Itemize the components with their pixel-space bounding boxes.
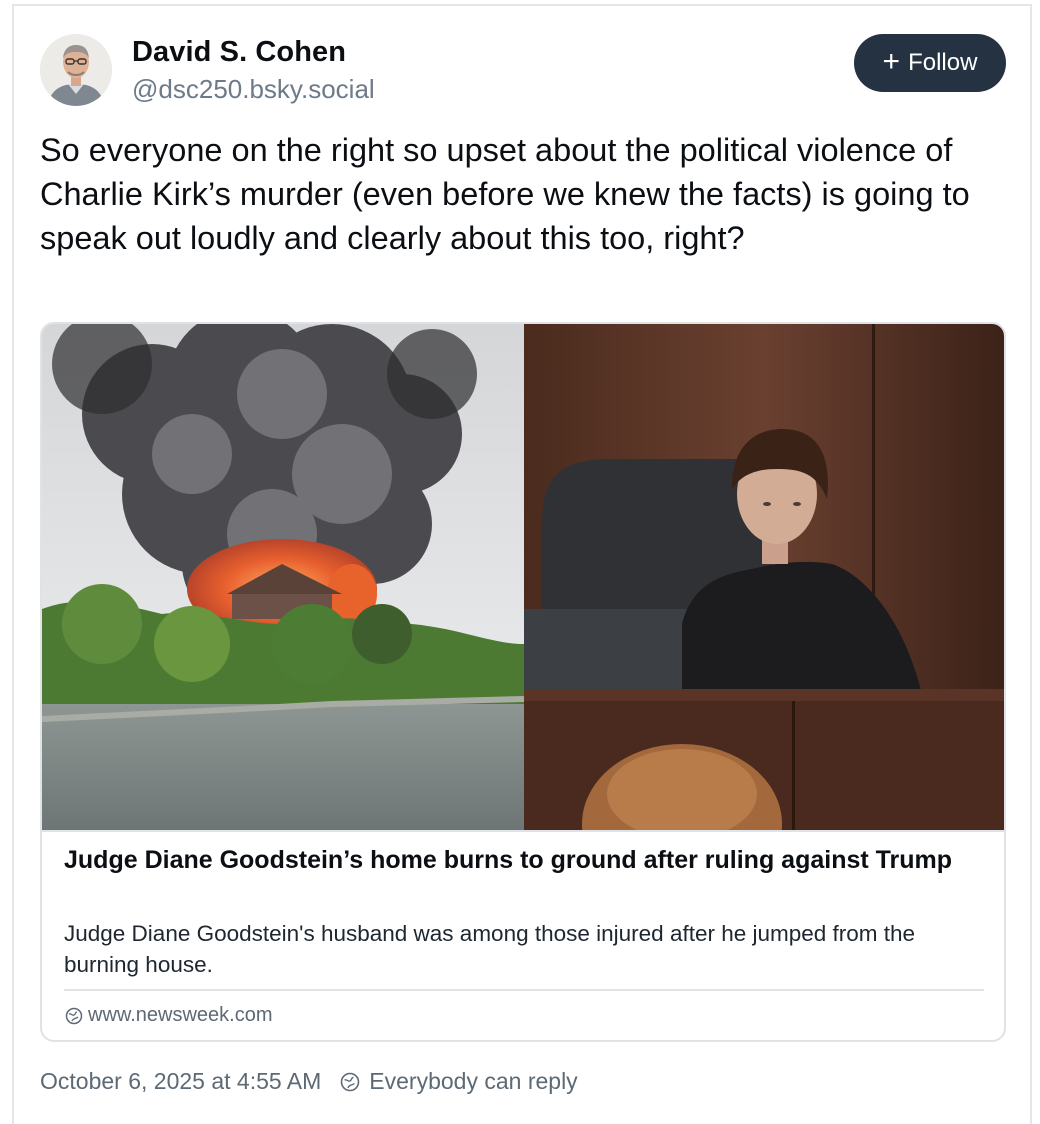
link-card-domain: www.newsweek.com xyxy=(88,1004,273,1026)
link-card-domain-row: www.newsweek.com xyxy=(64,1004,273,1027)
post-timestamp[interactable]: October 6, 2025 at 4:55 AM xyxy=(40,1068,321,1095)
link-card-thumbnail xyxy=(42,324,1004,904)
globe-icon xyxy=(65,1007,83,1024)
post-footer: October 6, 2025 at 4:55 AM Everybody can… xyxy=(40,1068,578,1095)
author-handle[interactable]: @dsc250.bsky.social xyxy=(132,74,375,105)
post-text: So everyone on the right so upset about … xyxy=(40,132,970,256)
author-display-name[interactable]: David S. Cohen xyxy=(132,36,346,69)
link-card-title: Judge Diane Goodstein’s home burns to gr… xyxy=(64,846,953,874)
link-card[interactable]: Judge Diane Goodstein’s home burns to gr… xyxy=(40,322,1006,1042)
follow-label: Follow xyxy=(908,49,978,76)
globe-icon xyxy=(340,1072,360,1091)
link-card-description: Judge Diane Goodstein's husband was amon… xyxy=(64,921,916,977)
person-portrait-icon xyxy=(40,34,112,106)
author-avatar[interactable] xyxy=(40,34,112,106)
follow-button[interactable]: + Follow xyxy=(854,34,1006,92)
link-card-divider xyxy=(64,989,984,991)
reply-setting[interactable]: Everybody can reply xyxy=(369,1068,577,1095)
plus-icon: + xyxy=(882,44,901,78)
news-photo-collage xyxy=(42,324,1004,904)
